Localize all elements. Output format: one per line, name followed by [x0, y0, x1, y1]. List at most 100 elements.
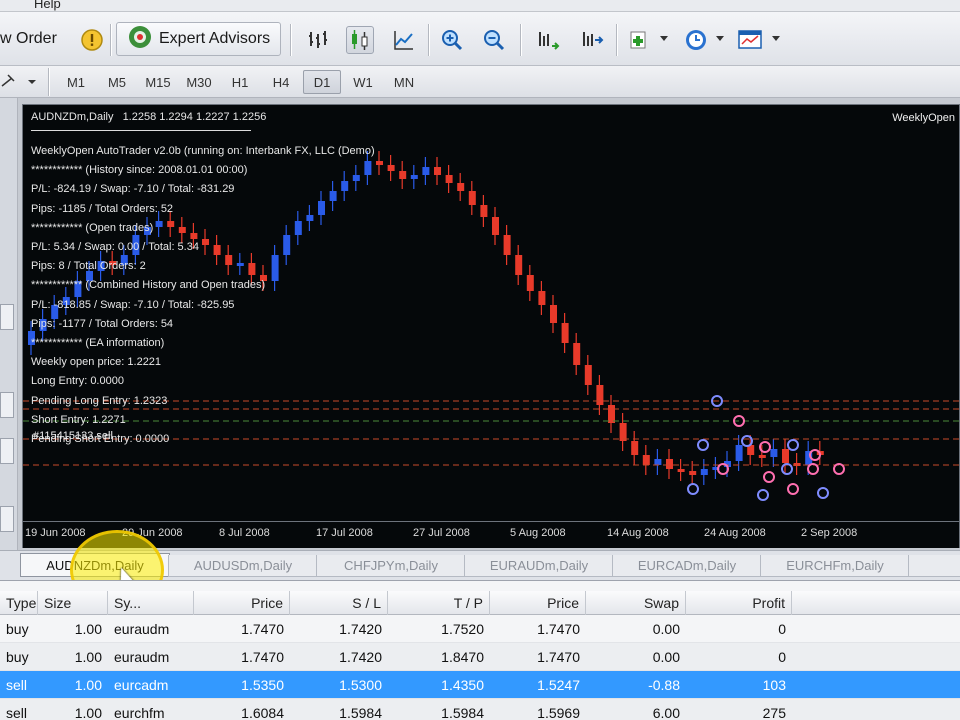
autotrading-warning-icon[interactable] — [78, 26, 106, 54]
navigator-scroll-button[interactable] — [0, 506, 14, 532]
column-header[interactable]: Price — [490, 591, 586, 615]
auto-scroll-icon[interactable] — [578, 26, 606, 54]
chart-tab[interactable]: CHFJPYm,Daily — [316, 555, 466, 577]
chart-tab[interactable]: EURCADm,Daily — [612, 555, 762, 577]
table-row[interactable]: sell 1.00 eurcadm 1.5350 1.5300 1.4350 1.5247 -… — [0, 671, 960, 699]
chart-symbol: AUDNZDm,Daily — [31, 111, 114, 123]
cell-type: sell — [6, 677, 28, 693]
expert-advisor-label: WeeklyOpen — [892, 112, 955, 124]
toolbar-separator — [428, 24, 429, 56]
navigator-scroll-button[interactable] — [0, 438, 14, 464]
period-m15[interactable]: M15 — [139, 70, 177, 94]
periods-clock-icon[interactable] — [682, 26, 710, 54]
chart-tab[interactable]: AUDNZDm,Daily — [20, 553, 170, 577]
cell-tp: 1.5984 — [441, 705, 484, 720]
period-d1[interactable]: D1 — [303, 70, 341, 94]
candle-body — [515, 255, 523, 275]
candlestick-chart-icon[interactable] — [346, 26, 374, 54]
toolbar-separator — [290, 24, 291, 56]
bar-chart-icon[interactable] — [304, 26, 332, 54]
candle-body — [654, 459, 662, 465]
zoom-out-icon[interactable] — [480, 26, 508, 54]
overlay-line: Long Entry: 0.0000 — [31, 375, 124, 388]
trade-marker — [697, 439, 709, 451]
line-chart-icon[interactable] — [390, 26, 418, 54]
left-panel-edge — [0, 98, 18, 550]
chart-tab[interactable]: EURAUDm,Daily — [464, 555, 614, 577]
cell-type: buy — [6, 649, 29, 665]
period-h1[interactable]: H1 — [221, 70, 259, 94]
candle-body — [457, 183, 465, 191]
menu-help[interactable]: Help — [34, 0, 61, 11]
column-header[interactable]: Size — [38, 591, 108, 615]
cell-profit: 103 — [762, 677, 786, 693]
navigator-scroll-button[interactable] — [0, 304, 14, 330]
cell-tp: 1.8470 — [441, 649, 484, 665]
chart-tab[interactable]: EUR — [908, 555, 960, 577]
cell-tp: 1.4350 — [441, 677, 484, 693]
overlay-line: Pips: -1185 / Total Orders: 52 — [31, 202, 174, 215]
period-mn[interactable]: MN — [385, 70, 423, 94]
overlay-line: Pips: 8 / Total Orders: 2 — [31, 260, 146, 273]
column-header[interactable]: T / P — [388, 591, 490, 615]
column-header[interactable]: S / L — [290, 591, 388, 615]
overlay-line: ************ (Combined History and Open … — [31, 279, 266, 292]
cell-size: 1.00 — [74, 649, 102, 665]
ea-info-overlay: WeeklyOpen AutoTrader v2.0b (running on:… — [31, 130, 375, 449]
period-m1[interactable]: M1 — [57, 70, 95, 94]
cell-price: 1.7470 — [241, 649, 284, 665]
cell-type: buy — [6, 621, 29, 637]
expert-advisors-label: Expert Advisors — [159, 30, 271, 47]
new-order-button[interactable]: w Order — [0, 22, 67, 56]
candle-body — [445, 175, 453, 183]
indicators-dropdown-icon[interactable] — [660, 36, 668, 41]
toolbar-separator — [48, 68, 49, 96]
candle-body — [584, 365, 592, 385]
menu-bar: Help — [0, 0, 960, 12]
price-chart[interactable]: AUDNZDm,Daily 1.2258 1.2294 1.2227 1.225… — [22, 104, 960, 522]
candle-body — [758, 455, 766, 458]
chart-tab[interactable]: EURCHFm,Daily — [760, 555, 910, 577]
table-row[interactable]: buy 1.00 euraudm 1.7470 1.7420 1.8470 1.7470 0.… — [0, 643, 960, 671]
trade-marker — [787, 483, 799, 495]
cell-sl: 1.5984 — [339, 705, 382, 720]
overlay-line: Pips: -1177 / Total Orders: 54 — [31, 317, 174, 330]
periods-dropdown-icon[interactable] — [716, 36, 724, 41]
column-header[interactable]: Swap — [586, 591, 686, 615]
cell-price: 1.7470 — [241, 621, 284, 637]
period-h4[interactable]: H4 — [262, 70, 300, 94]
table-row[interactable]: buy 1.00 euraudm 1.7470 1.7420 1.7520 1.7470 0.… — [0, 615, 960, 643]
time-axis-label: 14 Aug 2008 — [607, 527, 669, 539]
indicators-icon[interactable] — [626, 26, 654, 54]
periodicity-toolbar: M1 M5 M15 M30 H1 H4 D1 W1 MN — [0, 66, 960, 98]
period-m30[interactable]: M30 — [180, 70, 218, 94]
cell-swap: 0.00 — [652, 621, 680, 637]
period-w1[interactable]: W1 — [344, 70, 382, 94]
overlay-line: P/L: -818.85 / Swap: -7.10 / Total: -825… — [31, 298, 235, 311]
column-header[interactable]: Profit — [686, 591, 792, 615]
chart-shift-icon[interactable] — [534, 26, 562, 54]
column-header[interactable]: Sy... — [108, 591, 194, 615]
candle-body — [399, 171, 407, 179]
candle-body — [410, 175, 418, 179]
order-id-label: #115415133 sell — [33, 430, 113, 442]
cell-symbol: eurcadm — [114, 677, 169, 693]
candle-body — [735, 445, 743, 461]
candle-body — [573, 343, 581, 365]
column-header[interactable]: Price — [194, 591, 290, 615]
templates-dropdown-icon[interactable] — [772, 36, 780, 41]
mt4-window: Help w Order Expert Advisors M1 M5 M15 M… — [0, 0, 960, 720]
table-row[interactable]: sell 1.00 eurchfm 1.6084 1.5984 1.5984 1.5969 6… — [0, 699, 960, 720]
cell-cur: 1.7470 — [537, 621, 580, 637]
expert-advisors-button[interactable]: Expert Advisors — [116, 22, 282, 56]
overlay-line: P/L: 5.34 / Swap: 0.00 / Total: 5.34 — [31, 241, 199, 254]
candle-body — [492, 217, 499, 235]
column-header[interactable]: Type — [0, 591, 38, 615]
line-studies-icon[interactable] — [0, 72, 36, 92]
chart-tab[interactable]: AUDUSDm,Daily — [168, 555, 318, 577]
templates-icon[interactable] — [736, 26, 764, 54]
zoom-in-icon[interactable] — [438, 26, 466, 54]
period-m5[interactable]: M5 — [98, 70, 136, 94]
time-axis-label: 29 Jun 2008 — [122, 527, 183, 539]
navigator-scroll-button[interactable] — [0, 392, 14, 418]
